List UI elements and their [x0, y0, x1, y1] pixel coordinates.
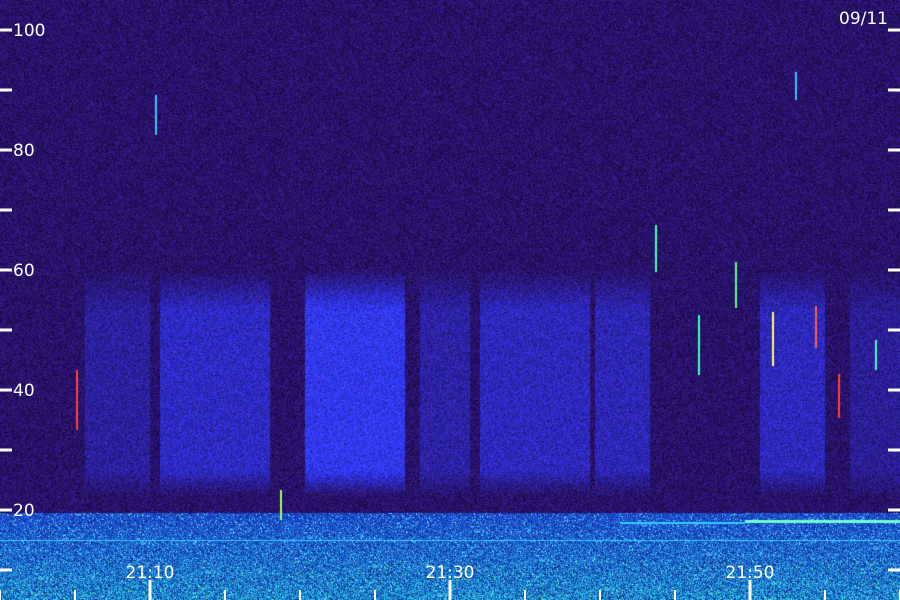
- x-tick-label-30: 21:30: [426, 563, 475, 583]
- x-tick-label-50: 21:50: [726, 563, 775, 583]
- spectrogram-chart: 20 40 60 80 100 21:10 21:30 21:50 09/11: [0, 0, 900, 600]
- x-axis: 21:10 21:30 21:50: [0, 563, 900, 600]
- y-tick-label-80: 80: [13, 141, 35, 161]
- y-tick-label-100: 100: [13, 21, 45, 41]
- y-tick-label-60: 60: [13, 261, 35, 281]
- chart-overlay: 20 40 60 80 100 21:10 21:30 21:50 09/11: [0, 9, 900, 600]
- y-axis: 20 40 60 80 100: [0, 21, 900, 572]
- y-tick-label-20: 20: [13, 501, 35, 521]
- y-tick-label-40: 40: [13, 381, 35, 401]
- date-label: 09/11: [839, 9, 888, 29]
- x-tick-label-10: 21:10: [126, 563, 175, 583]
